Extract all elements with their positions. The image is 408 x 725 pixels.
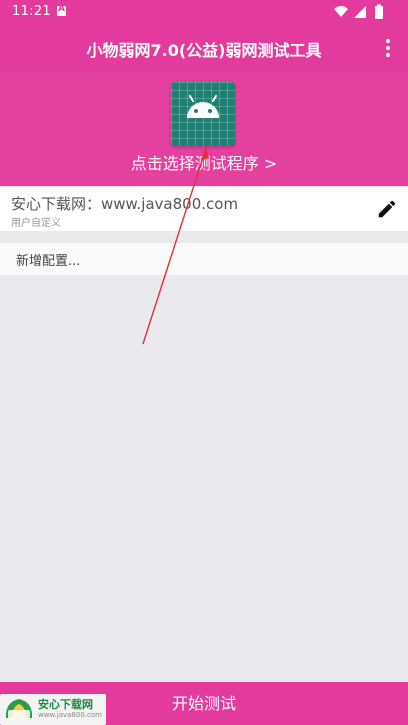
watermark-name: 安心下载网 [38,698,93,711]
signal-icon [354,6,366,18]
watermark-url: www.java800.com [38,711,102,719]
watermark-logo [5,699,33,719]
select-app-icon[interactable] [171,82,235,146]
select-test-app-link[interactable]: 点击选择测试程序 > [0,150,408,174]
status-icons [334,4,383,19]
config-subtitle: 用户自定义 [11,218,61,229]
app-toolbar: 小物弱网7.0(公益)弱网测试工具 [0,24,408,72]
status-time: 11:21 [12,4,51,19]
config-item[interactable]: 安心下载网：www.java800.com 用户自定义 [0,187,408,231]
battery-icon [375,4,383,19]
watermark: 安心下载网 www.java800.com [0,694,106,725]
pencil-icon [378,200,396,218]
app-title: 小物弱网7.0(公益)弱网测试工具 [86,41,322,60]
android-icon [187,95,219,118]
add-config-button[interactable]: 新增配置... [0,243,408,275]
more-menu-button[interactable] [380,36,396,60]
config-name: 安心下载网：www.java800.com [11,195,239,213]
status-bar: 11:21 [0,0,408,24]
more-vert-icon [386,39,390,43]
header-panel: 点击选择测试程序 > [0,72,408,186]
edit-button[interactable] [376,198,398,220]
wifi-icon [334,6,348,17]
notification-icon [57,4,66,16]
add-config-label: 新增配置... [16,254,81,269]
